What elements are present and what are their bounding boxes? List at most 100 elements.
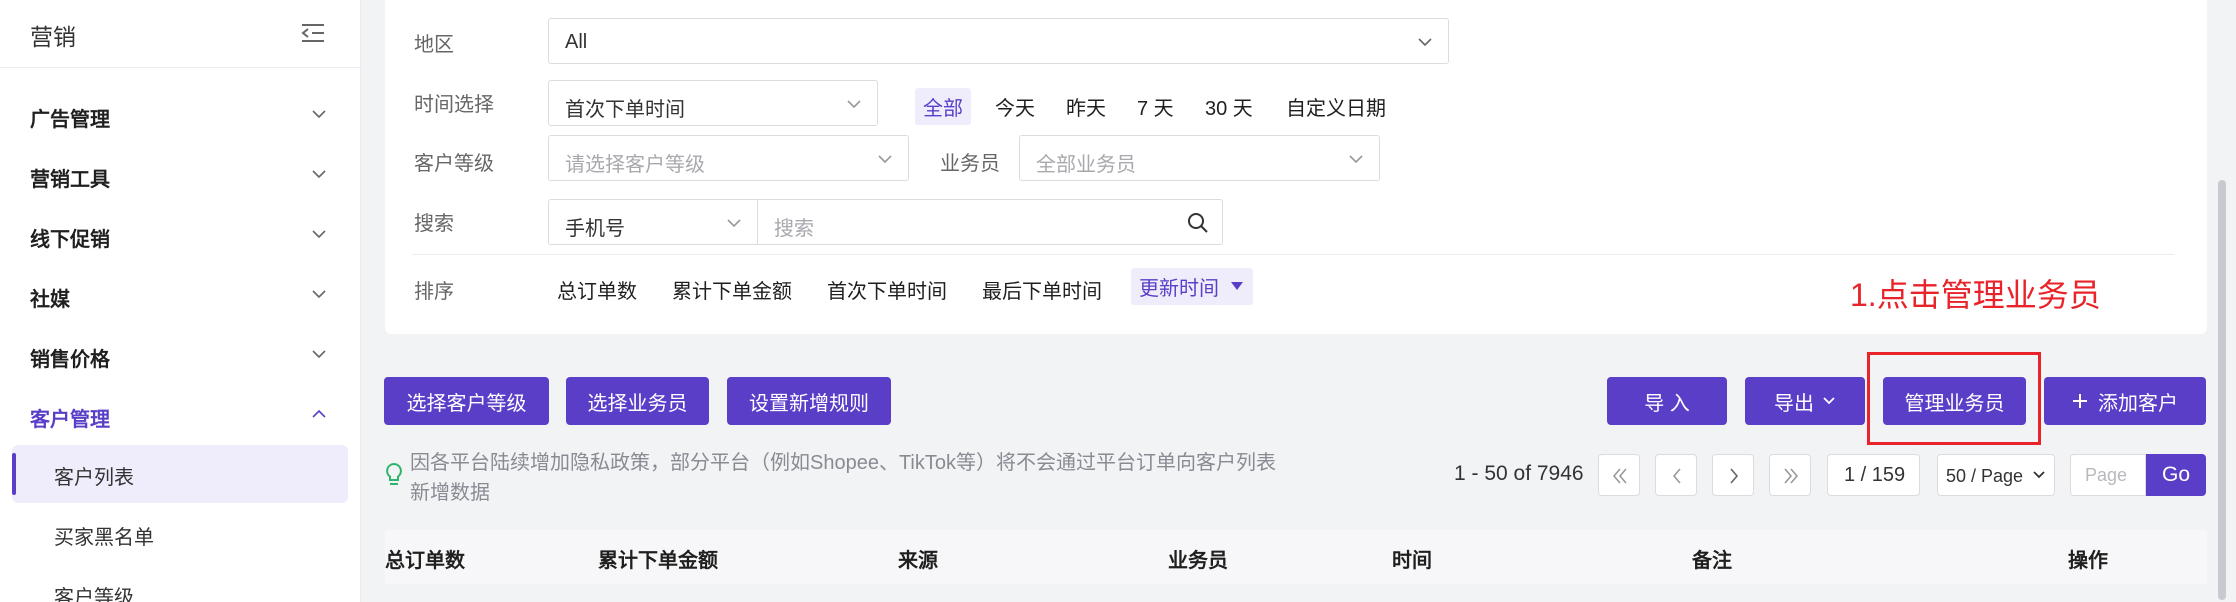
col-total-amount[interactable]: 累计下单金额 — [598, 544, 718, 573]
sidebar-header: 营销 — [0, 0, 361, 68]
sort-option-last-order[interactable]: 最后下单时间 — [974, 271, 1110, 308]
chevron-down-icon — [312, 350, 326, 359]
jump-page-placeholder: Page — [2085, 465, 2128, 485]
first-page-button[interactable] — [1598, 454, 1640, 496]
level-select[interactable]: 请选择客户等级 — [548, 135, 909, 181]
chevron-up-icon — [312, 409, 326, 418]
col-remark: 备注 — [1692, 550, 1732, 572]
sidebar-item-social[interactable]: 社媒 — [0, 271, 361, 317]
search-field-select[interactable]: 手机号 — [548, 199, 758, 245]
search-label: 搜索 — [414, 213, 454, 235]
time-option-all[interactable]: 全部 — [915, 88, 971, 125]
double-chevron-left-icon — [1612, 468, 1627, 484]
search-icon[interactable] — [1186, 211, 1210, 235]
page-size-select[interactable]: 50 / Page — [1937, 454, 2055, 496]
select-salesman-button[interactable]: 选择业务员 — [566, 377, 709, 425]
page-number-input[interactable]: 1 / 159 — [1827, 454, 1920, 496]
chevron-down-icon — [878, 155, 892, 164]
sort-option-updated-label: 更新时间 — [1139, 278, 1219, 300]
double-chevron-right-icon — [1784, 468, 1799, 484]
time-label: 时间选择 — [414, 94, 494, 116]
page-scrollbar[interactable] — [2218, 180, 2226, 600]
sidebar-item-marketing-tools[interactable]: 营销工具 — [0, 151, 361, 197]
next-page-button[interactable] — [1712, 454, 1754, 496]
sidebar-item-sales-price[interactable]: 销售价格 — [0, 331, 361, 377]
sidebar-subitem-customer-list[interactable]: 客户列表 — [12, 445, 348, 503]
chevron-down-icon — [2033, 471, 2045, 479]
jump-page-input[interactable]: Page — [2070, 454, 2146, 496]
search-field-value: 手机号 — [565, 218, 625, 240]
chevron-down-icon — [727, 219, 741, 228]
select-customer-level-button[interactable]: 选择客户等级 — [384, 377, 549, 425]
page-size-value: 50 / Page — [1946, 466, 2024, 486]
level-placeholder: 请选择客户等级 — [565, 154, 705, 176]
instruction-annotation: 1.点击管理业务员 — [1850, 277, 2101, 313]
time-option-custom[interactable]: 自定义日期 — [1278, 88, 1394, 125]
chevron-left-icon — [1672, 468, 1681, 484]
sort-option-first-order[interactable]: 首次下单时间 — [819, 271, 955, 308]
export-label: 导出 — [1774, 392, 1814, 415]
add-customer-label: 添加客户 — [2098, 392, 2178, 415]
sort-option-total-orders[interactable]: 总订单数 — [549, 271, 645, 308]
collapse-menu-icon[interactable] — [300, 20, 326, 46]
privacy-tip: 因各平台陆续增加隐私政策，部分平台（例如Shopee、TikTok等）将不会通过… — [410, 452, 1276, 504]
search-placeholder: 搜索 — [774, 218, 814, 240]
sidebar-item-offline-promo[interactable]: 线下促销 — [0, 211, 361, 257]
export-button[interactable]: 导出 — [1745, 377, 1865, 425]
level-label: 客户等级 — [414, 153, 494, 175]
salesman-label: 业务员 — [940, 153, 1000, 175]
prev-page-button[interactable] — [1655, 454, 1697, 496]
chevron-down-icon — [312, 230, 326, 239]
sort-option-updated[interactable]: 更新时间 — [1131, 268, 1253, 305]
sidebar-item-customer-mgmt[interactable]: 客户管理 — [0, 391, 361, 437]
sidebar-subitem-label: 客户等级 — [54, 587, 134, 602]
chevron-down-icon — [847, 100, 861, 109]
col-total-orders[interactable]: 总订单数 — [385, 544, 465, 573]
sidebar-title: 营销 — [30, 24, 76, 50]
sidebar-item-label: 线下促销 — [30, 229, 110, 251]
chevron-down-icon — [1823, 397, 1835, 405]
chevron-down-icon — [312, 110, 326, 119]
region-label: 地区 — [414, 34, 454, 56]
region-value: All — [565, 31, 588, 53]
chevron-down-icon — [1418, 38, 1432, 47]
add-customer-button[interactable]: 添加客户 — [2044, 377, 2206, 425]
sidebar-item-label: 销售价格 — [30, 349, 110, 371]
col-source: 来源 — [898, 550, 938, 572]
chevron-right-icon — [1730, 468, 1739, 484]
set-new-rule-button[interactable]: 设置新增规则 — [727, 377, 891, 425]
time-option-30d[interactable]: 30 天 — [1197, 88, 1261, 125]
sidebar-item-ads[interactable]: 广告管理 — [0, 91, 361, 137]
sidebar-item-label: 广告管理 — [30, 109, 110, 131]
sidebar-subitem-label: 客户列表 — [54, 467, 134, 489]
sidebar-subitem-customer-level[interactable]: 客户等级 — [12, 565, 348, 602]
import-button[interactable]: 导 入 — [1607, 377, 1727, 425]
sidebar-item-label: 营销工具 — [30, 169, 110, 191]
col-actions: 操作 — [2068, 550, 2108, 572]
chevron-down-icon — [1349, 155, 1363, 164]
caret-down-icon — [1231, 282, 1243, 290]
lightbulb-icon — [386, 462, 402, 485]
filter-divider — [412, 254, 2174, 255]
chevron-down-icon — [312, 170, 326, 179]
table-header: 总订单数 累计下单金额 来源 业务员 时间 备注 操作 — [385, 530, 2207, 584]
time-type-select[interactable]: 首次下单时间 — [548, 80, 878, 126]
sort-option-total-amount[interactable]: 累计下单金额 — [664, 271, 800, 308]
page-number-value: 1 / 159 — [1844, 464, 1906, 486]
search-input[interactable]: 搜索 — [757, 199, 1223, 245]
salesman-select[interactable]: 全部业务员 — [1019, 135, 1380, 181]
time-type-value: 首次下单时间 — [565, 99, 685, 121]
time-option-today[interactable]: 今天 — [987, 88, 1043, 125]
sidebar-subitem-label: 买家黑名单 — [54, 527, 154, 549]
sidebar: 营销 广告管理 营销工具 线下促销 社媒 销售价格 客户管理 客户列表 买家黑名… — [0, 0, 361, 602]
time-option-7d[interactable]: 7 天 — [1129, 88, 1182, 125]
time-option-yesterday[interactable]: 昨天 — [1058, 88, 1114, 125]
pagination-range: 1 - 50 of 7946 — [1454, 462, 1584, 485]
plus-icon — [2073, 394, 2087, 408]
go-button[interactable]: Go — [2146, 454, 2206, 496]
last-page-button[interactable] — [1769, 454, 1811, 496]
highlight-box — [1867, 352, 2041, 445]
sidebar-subitem-buyer-blacklist[interactable]: 买家黑名单 — [12, 505, 348, 563]
region-select[interactable]: All — [548, 18, 1449, 64]
salesman-placeholder: 全部业务员 — [1036, 154, 1136, 176]
